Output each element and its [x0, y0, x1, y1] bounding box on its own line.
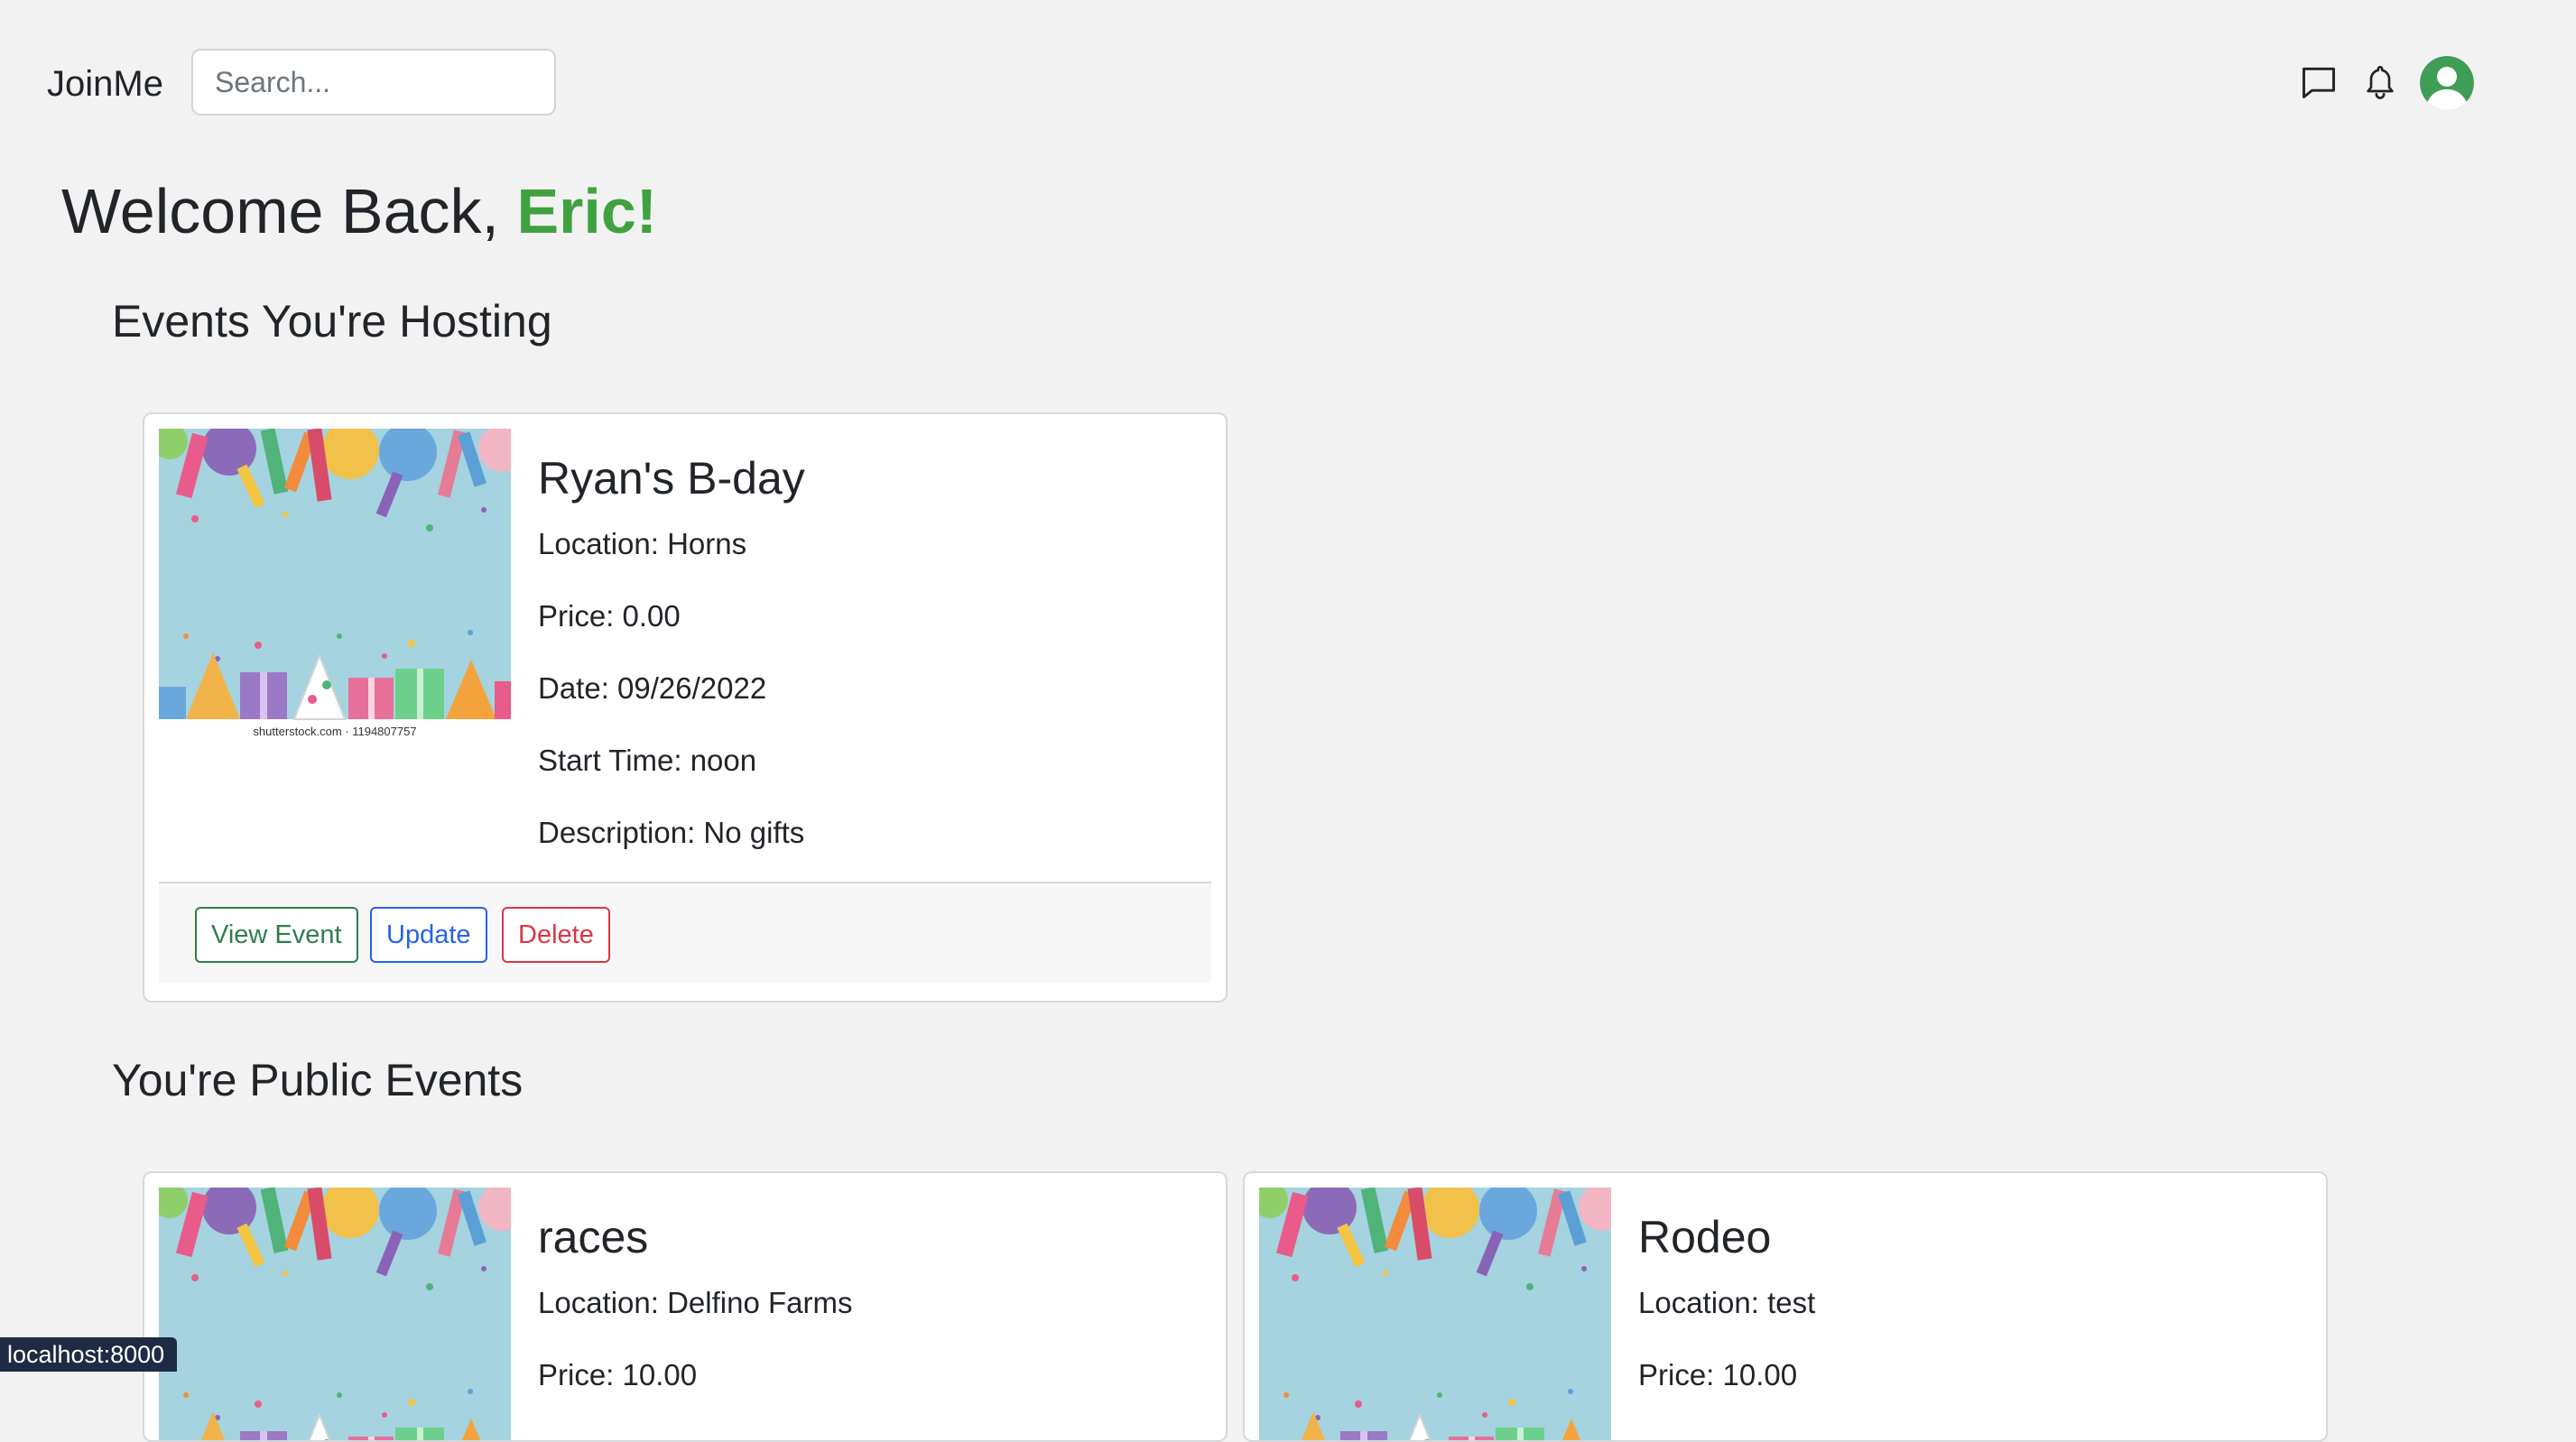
event-location: Location: test — [1638, 1286, 1816, 1319]
public-event-card: races Location: Delfino Farms Price: 10.… — [143, 1171, 1228, 1442]
event-price: Price: 10.00 — [538, 1358, 698, 1391]
event-image — [1259, 1188, 1611, 1440]
event-details: races Location: Delfino Farms Price: 10.… — [538, 1209, 1208, 1429]
event-price: Price: 10.00 — [1638, 1358, 1798, 1391]
user-name: Eric! — [516, 176, 658, 246]
event-details: Ryan's B-day Location: Horns Price: 0.00… — [538, 450, 1208, 887]
event-price: Price: 0.00 — [538, 599, 681, 633]
event-location: Location: Delfino Farms — [538, 1286, 853, 1319]
event-image — [159, 429, 511, 753]
welcome-prefix: Welcome Back, — [61, 176, 499, 246]
welcome-heading: Welcome Back, Eric! — [61, 173, 657, 249]
hosting-section-heading: Events You're Hosting — [112, 296, 552, 347]
hosted-event-card: shutterstock.com · 1194807757 Ryan's B-d… — [143, 412, 1228, 1003]
public-section-heading: You're Public Events — [112, 1055, 524, 1105]
view-event-button[interactable]: View Event — [195, 907, 358, 963]
event-title: Rodeo — [1638, 1212, 1772, 1262]
public-event-card: Rodeo Location: test Price: 10.00 — [1243, 1171, 2328, 1442]
event-location: Location: Horns — [538, 527, 747, 560]
delete-event-button[interactable]: Delete — [502, 907, 610, 963]
navbar: JoinMe — [0, 0, 2576, 166]
event-title: Ryan's B-day — [538, 453, 805, 504]
event-date: Date: 09/26/2022 — [538, 671, 767, 705]
brand-logo[interactable]: JoinMe — [47, 63, 163, 105]
user-avatar-icon[interactable] — [2420, 56, 2474, 110]
status-bar-url: localhost:8000 — [0, 1337, 178, 1372]
bell-icon[interactable] — [2358, 60, 2403, 105]
image-caption: shutterstock.com · 1194807757 — [253, 725, 417, 738]
event-title: races — [538, 1212, 649, 1262]
event-details: Rodeo Location: test Price: 10.00 — [1638, 1209, 2308, 1429]
update-event-button[interactable]: Update — [370, 907, 487, 963]
event-image — [159, 1188, 511, 1440]
chat-icon[interactable] — [2296, 60, 2341, 105]
event-card-footer: View Event Update Delete — [159, 882, 1211, 983]
event-description: Description: No gifts — [538, 816, 805, 849]
search-input[interactable] — [191, 49, 556, 116]
event-start-time: Start Time: noon — [538, 744, 757, 777]
